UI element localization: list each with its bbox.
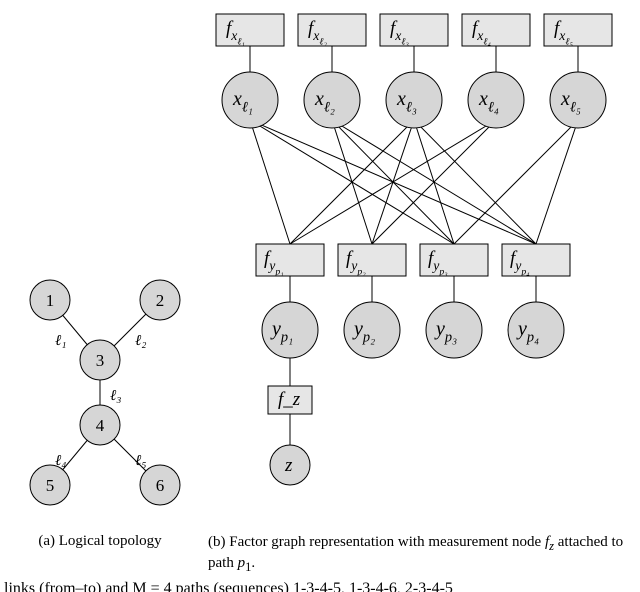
edge-x3-fy1 — [290, 120, 414, 244]
edge-x5-fy3 — [454, 120, 578, 244]
topo-node-5-label: 5 — [46, 476, 55, 495]
link-label-l2: ℓ₂ — [135, 333, 146, 349]
link-label-l5: ℓ₅ — [135, 453, 146, 469]
edge-x4-fy2 — [372, 120, 496, 244]
edge-x1-fy1 — [250, 120, 290, 244]
topo-node-3-label: 3 — [96, 351, 105, 370]
var-z-label: z — [284, 455, 293, 476]
link-label-l1: ℓ₁ — [55, 333, 66, 349]
factor-graph-svg: fxℓ₁fxℓ₂fxℓ₃fxℓ₄fxℓ₅xℓ₁xℓ₂xℓ₃xℓ₄xℓ₅fyp₁f… — [200, 0, 640, 520]
topo-node-4-label: 4 — [96, 416, 105, 435]
topo-node-6-label: 6 — [156, 476, 165, 495]
link-label-l3: ℓ₃ — [110, 388, 121, 404]
topo-node-1-label: 1 — [46, 291, 55, 310]
topo-node-2-label: 2 — [156, 291, 165, 310]
edge-x4-fy1 — [290, 120, 496, 244]
factor-z-label: f_z — [278, 389, 301, 410]
edge-x5-fy4 — [536, 120, 578, 244]
edge-x3-fy4 — [414, 120, 536, 244]
footer-fragment: links (from–to) and M = 4 paths (sequenc… — [0, 580, 640, 592]
caption-a: (a) Logical topology — [0, 533, 204, 566]
topology-svg: ℓ₁ ℓ₂ ℓ₃ ℓ₄ ℓ₅ 1 2 3 4 5 6 — [0, 0, 200, 520]
